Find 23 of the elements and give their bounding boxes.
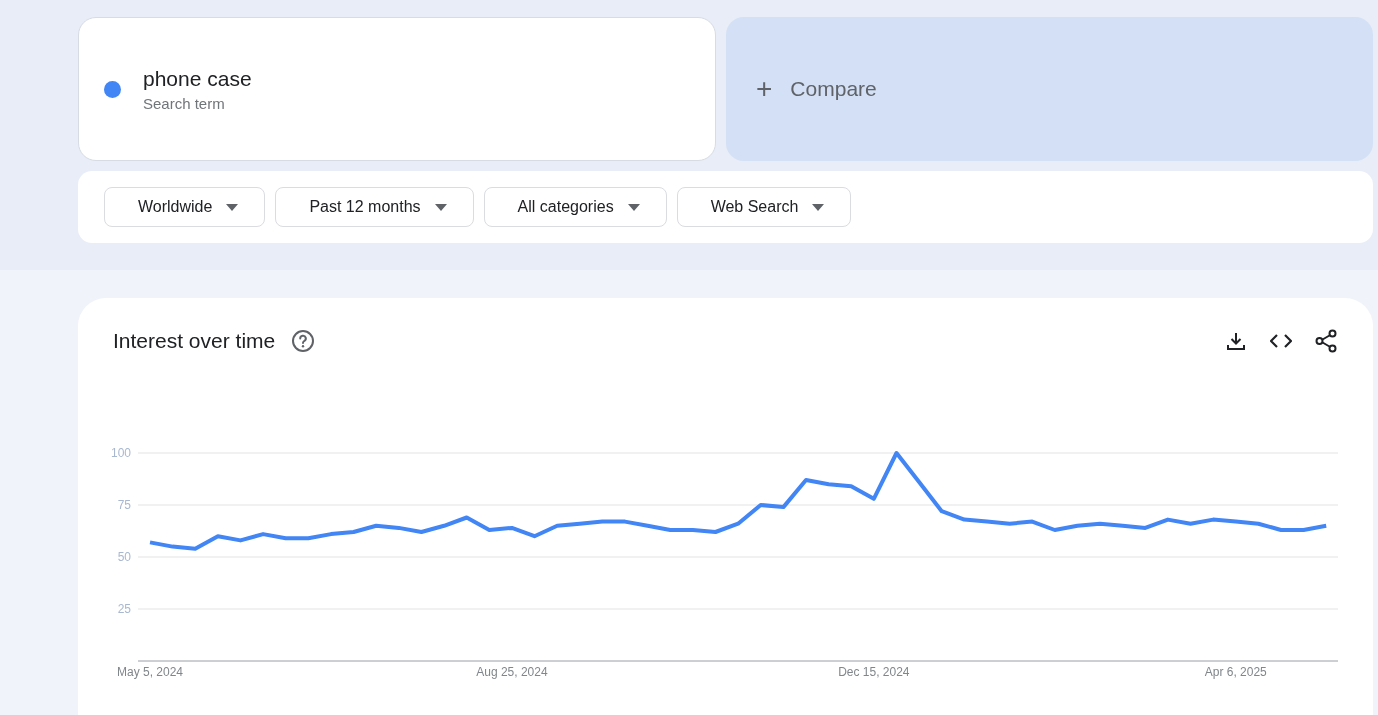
chart-title: Interest over time [113,328,276,353]
axis-label: May 5, 2024 [117,665,183,679]
caret-icon [434,203,447,211]
axis-label: 25 [117,602,131,616]
caret-icon [812,203,825,211]
axis-label: 100 [110,446,131,460]
search-term: phone case [143,66,252,91]
caret-icon [226,203,239,211]
axis-label: 50 [117,550,131,564]
axis-label: Dec 15, 2024 [838,665,910,679]
axis-label: 75 [117,498,131,512]
filter-dropdown[interactable]: Worldwide [104,187,266,227]
caret-icon [627,203,640,211]
filter-dropdown[interactable]: Web Search [676,187,852,227]
help-icon[interactable] [291,328,316,353]
axis-label: Apr 6, 2025 [1204,665,1267,679]
filter-dropdown[interactable]: All categories [483,187,667,227]
compare-button[interactable]: + Compare [726,17,1373,161]
share-button[interactable] [1313,328,1338,353]
axis-label: Aug 25, 2024 [476,665,548,679]
search-term-type: Search term [143,94,226,112]
search-term-card[interactable]: phone case Search term [78,17,716,161]
filter-dropdown[interactable]: Past 12 months [275,187,474,227]
